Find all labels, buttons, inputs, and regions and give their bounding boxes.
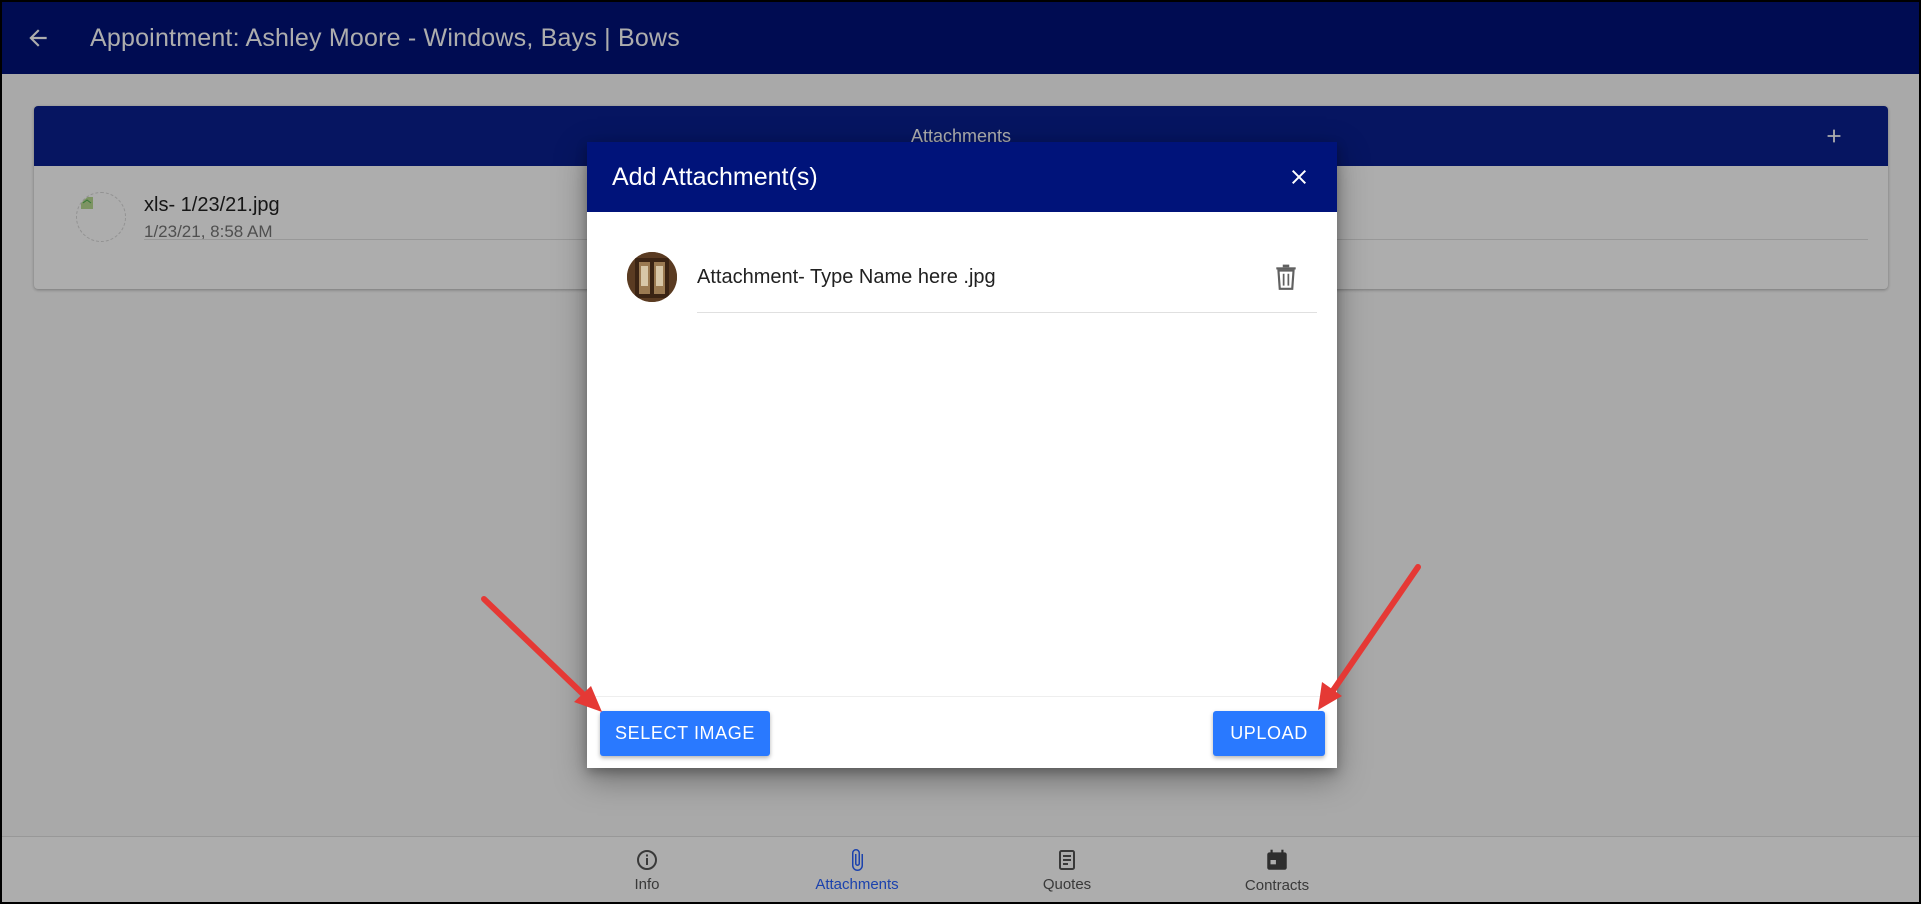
- delete-attachment-button[interactable]: [1269, 260, 1303, 294]
- divider: [697, 312, 1317, 313]
- trash-icon: [1276, 264, 1296, 290]
- dialog-header: Add Attachment(s): [587, 142, 1337, 212]
- add-attachment-dialog: Add Attachment(s) Attachment- Type Name …: [587, 142, 1337, 768]
- divider: [587, 696, 1337, 697]
- list-item: Attachment- Type Name here .jpg: [587, 212, 1337, 317]
- dialog-title: Add Attachment(s): [612, 162, 818, 191]
- close-icon: [1292, 170, 1306, 184]
- app-window: Appointment: Ashley Moore - Windows, Bay…: [0, 0, 1921, 904]
- select-image-button[interactable]: SELECT IMAGE: [600, 711, 770, 756]
- close-button[interactable]: [1283, 161, 1315, 193]
- upload-button[interactable]: UPLOAD: [1213, 711, 1325, 756]
- attachment-name-field[interactable]: Attachment- Type Name here .jpg: [697, 266, 996, 289]
- door-image-icon: [627, 252, 677, 302]
- attachment-thumbnail: [627, 252, 677, 302]
